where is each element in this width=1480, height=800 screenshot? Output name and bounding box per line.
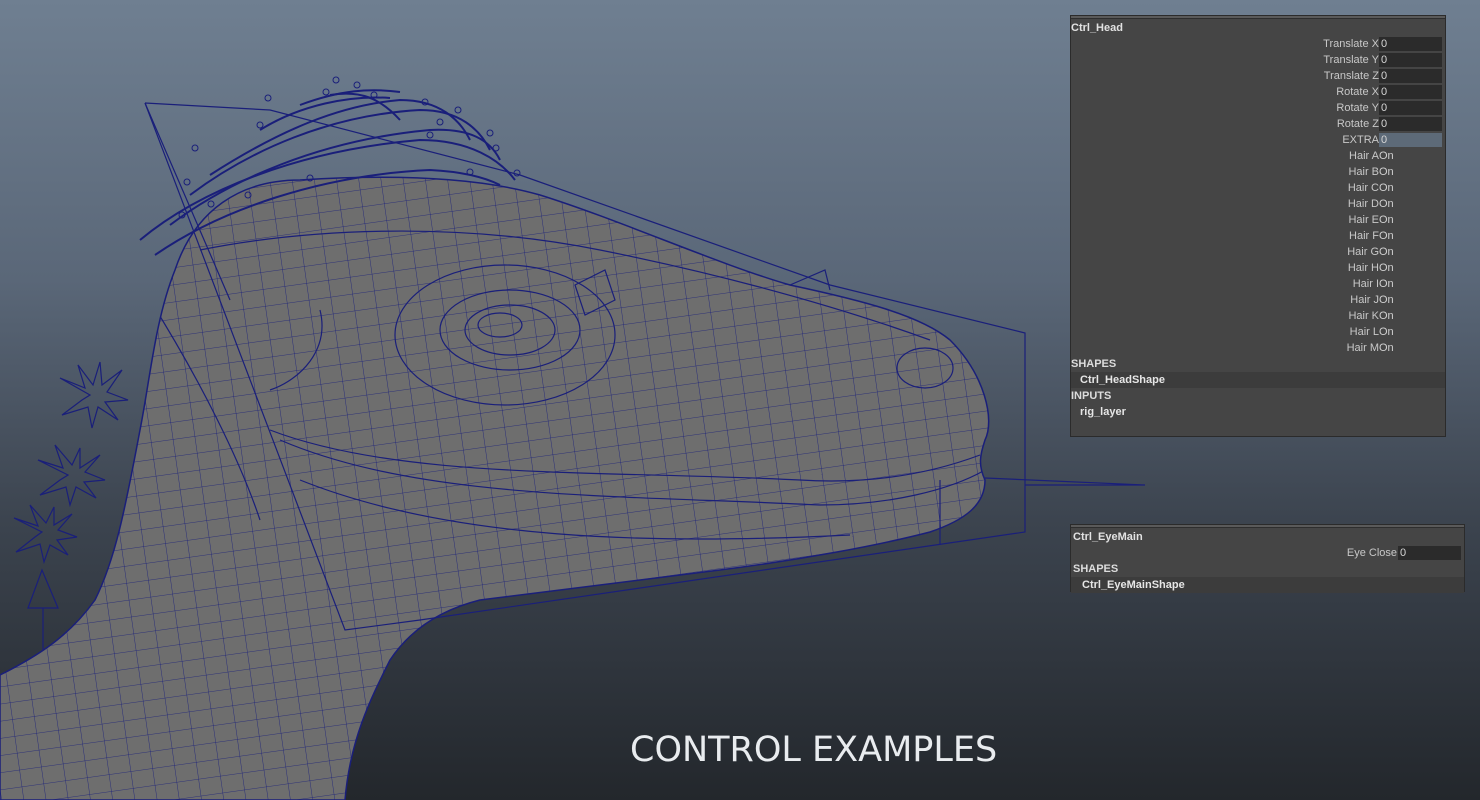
attr-label-hair-c[interactable]: Hair C: [1348, 180, 1379, 196]
attr-label-rotate-z[interactable]: Rotate Z: [1337, 116, 1379, 132]
attr-row-hair-g: Hair G On: [1071, 244, 1445, 260]
node-name-ctrl-head[interactable]: Ctrl_Head: [1071, 19, 1445, 36]
attr-value-rotate-x[interactable]: 0: [1379, 85, 1442, 99]
shapes-header: SHAPES: [1071, 358, 1117, 370]
channel-box-head: Ctrl_Head Translate X 0 Translate Y 0 Transl…: [1070, 15, 1446, 437]
attr-value-hair-g[interactable]: On: [1379, 244, 1394, 260]
attr-label-hair-k[interactable]: Hair K: [1348, 308, 1379, 324]
attr-value-extra[interactable]: 0: [1379, 133, 1442, 147]
input-item-rig-layer[interactable]: rig_layer: [1071, 404, 1445, 420]
attr-value-hair-j[interactable]: On: [1379, 292, 1394, 308]
attr-value-translate-y[interactable]: 0: [1379, 53, 1442, 67]
attr-row-hair-c: Hair C On: [1071, 180, 1445, 196]
attr-value-hair-a[interactable]: On: [1379, 148, 1394, 164]
attr-row-hair-i: Hair I On: [1071, 276, 1445, 292]
attr-row-translate-x: Translate X0: [1071, 36, 1445, 52]
attr-label-rotate-x[interactable]: Rotate X: [1336, 84, 1379, 100]
attr-value-hair-d[interactable]: On: [1379, 196, 1394, 212]
caption-title: CONTROL EXAMPLES: [630, 730, 998, 770]
attr-row-rotate-x: Rotate X0: [1071, 84, 1445, 100]
attr-row-translate-y: Translate Y0: [1071, 52, 1445, 68]
attr-row-hair-h: Hair H On: [1071, 260, 1445, 276]
attr-row-hair-m: Hair M On: [1071, 340, 1445, 356]
attr-row-rotate-z: Rotate Z0: [1071, 116, 1445, 132]
attr-value-translate-z[interactable]: 0: [1379, 69, 1442, 83]
attr-label-hair-a[interactable]: Hair A: [1349, 148, 1379, 164]
attr-value-hair-h[interactable]: On: [1379, 260, 1394, 276]
attr-value-hair-l[interactable]: On: [1379, 324, 1394, 340]
attr-row-hair-f: Hair F On: [1071, 228, 1445, 244]
attr-row-hair-j: Hair J On: [1071, 292, 1445, 308]
shape-item-ctrl-eyemainshape[interactable]: Ctrl_EyeMainShape: [1071, 577, 1464, 593]
attr-row-eye-close: Eye Close 0: [1071, 545, 1464, 561]
attr-value-rotate-y[interactable]: 0: [1379, 101, 1442, 115]
attr-value-hair-b[interactable]: On: [1379, 164, 1394, 180]
attr-label-hair-e[interactable]: Hair E: [1348, 212, 1379, 228]
attr-value-hair-c[interactable]: On: [1379, 180, 1394, 196]
attr-value-translate-x[interactable]: 0: [1379, 37, 1442, 51]
attr-label-extra[interactable]: EXTRA: [1342, 132, 1379, 148]
attr-label-translate-y[interactable]: Translate Y: [1323, 52, 1379, 68]
shape-item-ctrl-headshape[interactable]: Ctrl_HeadShape: [1071, 372, 1445, 388]
attr-row-hair-k: Hair K On: [1071, 308, 1445, 324]
attr-label-hair-l[interactable]: Hair L: [1350, 324, 1379, 340]
attr-label-translate-z[interactable]: Translate Z: [1324, 68, 1379, 84]
attr-row-hair-e: Hair E On: [1071, 212, 1445, 228]
shapes-header: SHAPES: [1073, 563, 1119, 575]
attr-value-hair-i[interactable]: On: [1379, 276, 1394, 292]
attr-row-hair-b: Hair B On: [1071, 164, 1445, 180]
attr-label-rotate-y[interactable]: Rotate Y: [1336, 100, 1379, 116]
attr-label-hair-j[interactable]: Hair J: [1350, 292, 1379, 308]
channel-box-eye: Ctrl_EyeMain Eye Close 0 SHAPES Ctrl_Eye…: [1070, 524, 1465, 593]
attr-label-hair-m[interactable]: Hair M: [1347, 340, 1379, 356]
attr-label-hair-h[interactable]: Hair H: [1348, 260, 1379, 276]
attribute-list: Translate X 0 Translate Y 0 Translate Z 0 Rota…: [1071, 36, 1445, 356]
attr-field-eye-close[interactable]: 0: [1398, 546, 1461, 560]
attr-value-hair-k[interactable]: On: [1379, 308, 1394, 324]
attr-row-hair-l: Hair L On: [1071, 324, 1445, 340]
attr-value-hair-e[interactable]: On: [1379, 212, 1394, 228]
attr-row-rotate-y: Rotate Y0: [1071, 100, 1445, 116]
attr-label-translate-x[interactable]: Translate X: [1323, 36, 1379, 52]
attr-row-hair-a: Hair A On: [1071, 148, 1445, 164]
attr-row-hair-d: Hair D On: [1071, 196, 1445, 212]
attr-label-hair-g[interactable]: Hair G: [1347, 244, 1379, 260]
attr-label-hair-d[interactable]: Hair D: [1348, 196, 1379, 212]
attr-row-extra: EXTRA 0: [1071, 132, 1445, 148]
node-name-ctrl-eyemain[interactable]: Ctrl_EyeMain: [1071, 528, 1464, 545]
attr-label-hair-f[interactable]: Hair F: [1349, 228, 1379, 244]
attr-label-hair-b[interactable]: Hair B: [1348, 164, 1379, 180]
attr-row-translate-z: Translate Z0: [1071, 68, 1445, 84]
attr-label-eye-close[interactable]: Eye Close: [1347, 545, 1397, 561]
attr-label-hair-i[interactable]: Hair I: [1353, 276, 1379, 292]
inputs-header: INPUTS: [1071, 390, 1112, 402]
attr-value-rotate-z[interactable]: 0: [1379, 117, 1442, 131]
attr-value-hair-f[interactable]: On: [1379, 228, 1394, 244]
attr-value-hair-m[interactable]: On: [1379, 340, 1394, 356]
